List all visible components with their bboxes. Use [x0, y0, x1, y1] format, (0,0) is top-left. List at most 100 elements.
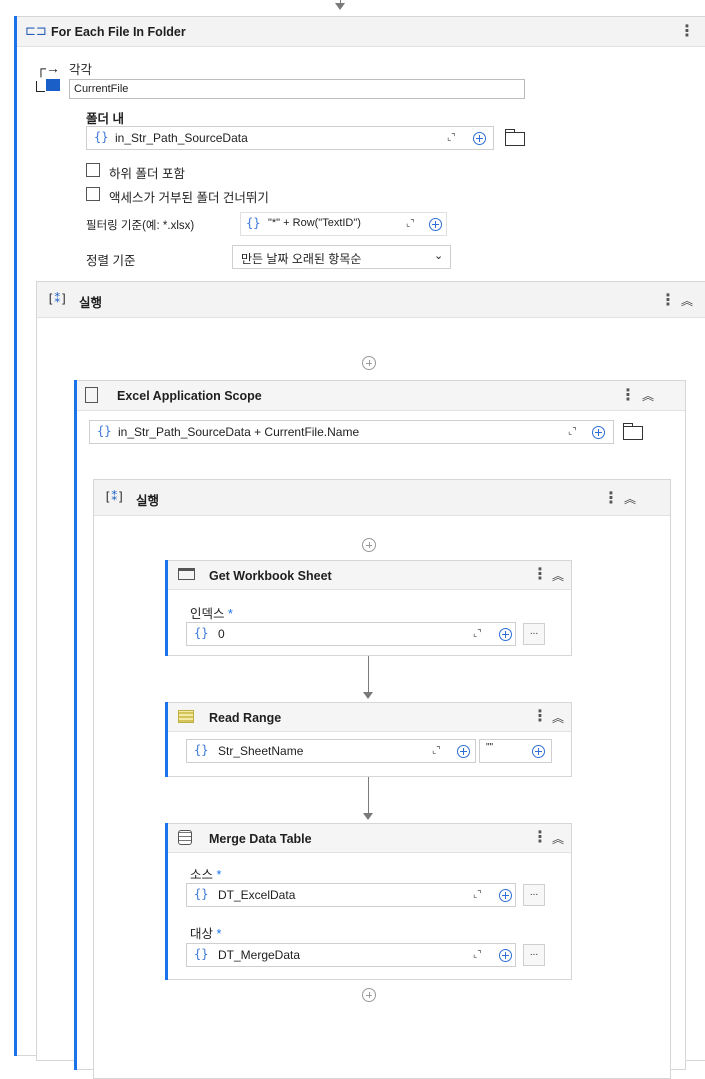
flow-connector — [368, 777, 369, 817]
loop-arrow-icon: ┌→ — [36, 60, 60, 76]
expand-editor-icon[interactable]: ⌞⌝ — [473, 628, 481, 639]
sequence-outer[interactable]: [⁑] 실행 ⋮ ︽ Excel Application Scope ⋮ ︽ {… — [36, 281, 705, 1079]
expression-icon: {} — [194, 626, 209, 640]
foreach-activity[interactable]: ⊏⊐ For Each File In Folder ⋮ ┌→ 각각 Curre… — [14, 16, 705, 1079]
sheet-name-value: Str_SheetName — [218, 744, 304, 758]
target-label: 대상 * — [190, 927, 222, 941]
accent-bar — [165, 823, 168, 980]
get-workbook-sheet-header[interactable]: Get Workbook Sheet ⋮ ︽ — [166, 561, 571, 590]
merge-data-table-header[interactable]: Merge Data Table ⋮ ︽ — [166, 824, 571, 853]
more-options-icon[interactable]: ⋮ — [679, 21, 695, 41]
filter-value: "*" + Row("TextID") — [268, 217, 361, 229]
workbook-path-input[interactable]: {} in_Str_Path_SourceData + CurrentFile.… — [89, 420, 614, 444]
add-activity-icon[interactable] — [362, 356, 376, 370]
sequence-icon: [⁑] — [47, 292, 68, 306]
expand-editor-icon[interactable]: ⌞⌝ — [568, 426, 576, 437]
excel-scope-icon — [85, 387, 98, 403]
browse-folder-icon[interactable] — [505, 129, 525, 146]
collapse-icon[interactable]: ︽ — [624, 490, 636, 507]
accent-bar — [74, 380, 77, 1070]
more-options-icon[interactable]: ⋮ — [620, 385, 636, 405]
sequence-inner-header[interactable]: [⁑] 실행 ⋮ ︽ — [94, 480, 670, 516]
excel-scope-activity[interactable]: Excel Application Scope ⋮ ︽ {} in_Str_Pa… — [74, 380, 686, 1079]
ellipsis-button[interactable]: ... — [523, 884, 545, 906]
folder-input[interactable]: {} in_Str_Path_SourceData ⌞⌝ — [86, 126, 494, 150]
more-options-icon[interactable]: ⋮ — [532, 706, 548, 726]
more-options-icon[interactable]: ⋮ — [532, 827, 548, 847]
add-plus-icon[interactable] — [457, 745, 470, 758]
expand-editor-icon[interactable]: ⌞⌝ — [406, 218, 414, 229]
table-range-icon — [178, 710, 194, 723]
source-value: DT_ExcelData — [218, 888, 296, 902]
collapse-icon[interactable]: ︽ — [552, 830, 564, 847]
add-plus-icon[interactable] — [429, 218, 442, 231]
collapse-icon[interactable]: ︽ — [552, 567, 564, 584]
include-subfolders-label: 하위 폴더 포함 — [109, 167, 185, 181]
each-variable-input[interactable]: CurrentFile — [69, 79, 525, 99]
add-plus-icon[interactable] — [532, 745, 545, 758]
ellipsis-button[interactable]: ... — [523, 623, 545, 645]
folder-label: 폴더 내 — [86, 112, 124, 126]
filter-input[interactable]: {} "*" + Row("TextID") ⌞⌝ — [240, 212, 447, 236]
read-range-title: Read Range — [209, 711, 282, 725]
more-options-icon[interactable]: ⋮ — [603, 488, 619, 508]
expression-icon: {} — [97, 424, 112, 438]
sequence-outer-header[interactable]: [⁑] 실행 ⋮ ︽ — [37, 282, 705, 318]
skip-denied-label: 액세스가 거부된 폴더 건너뛰기 — [109, 191, 269, 205]
foreach-title: For Each File In Folder — [51, 25, 186, 39]
more-options-icon[interactable]: ⋮ — [660, 290, 676, 310]
add-plus-icon[interactable] — [592, 426, 605, 439]
expand-editor-icon[interactable]: ⌞⌝ — [473, 949, 481, 960]
accent-bar — [165, 702, 168, 777]
foreach-header[interactable]: ⊏⊐ For Each File In Folder ⋮ — [15, 17, 705, 47]
sort-dropdown[interactable]: 만든 날짜 오래된 항목순 ⌄ — [232, 245, 451, 269]
include-subfolders-checkbox[interactable] — [86, 163, 100, 177]
get-workbook-sheet-activity[interactable]: Get Workbook Sheet ⋮ ︽ 인덱스 * {} 0 ⌞⌝ ... — [165, 560, 572, 656]
foreach-icon: ⊏⊐ — [25, 23, 47, 38]
expand-editor-icon[interactable]: ⌞⌝ — [432, 745, 440, 756]
index-input[interactable]: {} 0 ⌞⌝ — [186, 622, 516, 646]
ellipsis-button[interactable]: ... — [523, 944, 545, 966]
folder-variable-icon — [36, 79, 60, 93]
read-range-header[interactable]: Read Range ⋮ ︽ — [166, 703, 571, 732]
sort-label: 정렬 기준 — [86, 254, 136, 268]
collapse-icon[interactable]: ︽ — [552, 709, 564, 726]
expression-icon: {} — [246, 216, 261, 230]
flow-arrow — [335, 3, 345, 10]
sheet-name-input[interactable]: {} Str_SheetName ⌞⌝ — [186, 739, 476, 763]
expression-icon: {} — [194, 887, 209, 901]
accent-bar — [165, 560, 168, 656]
target-input[interactable]: {} DT_MergeData ⌞⌝ — [186, 943, 516, 967]
excel-scope-header[interactable]: Excel Application Scope ⋮ ︽ — [75, 381, 685, 411]
sheet-icon — [178, 568, 195, 580]
browse-file-icon[interactable] — [623, 423, 643, 440]
skip-denied-checkbox[interactable] — [86, 187, 100, 201]
expand-editor-icon[interactable]: ⌞⌝ — [447, 132, 455, 143]
collapse-icon[interactable]: ︽ — [681, 292, 693, 309]
required-marker: * — [216, 927, 222, 941]
add-activity-icon[interactable] — [362, 538, 376, 552]
more-options-icon[interactable]: ⋮ — [532, 564, 548, 584]
merge-data-table-title: Merge Data Table — [209, 832, 312, 846]
add-plus-icon[interactable] — [473, 132, 486, 145]
index-value: 0 — [218, 627, 225, 641]
add-plus-icon[interactable] — [499, 628, 512, 641]
excel-scope-title: Excel Application Scope — [117, 389, 262, 403]
add-activity-icon[interactable] — [362, 988, 376, 1002]
range-input[interactable]: "" — [479, 739, 552, 763]
required-marker: * — [216, 868, 222, 882]
read-range-activity[interactable]: Read Range ⋮ ︽ {} Str_SheetName ⌞⌝ "" — [165, 702, 572, 777]
flow-arrow — [363, 813, 373, 820]
add-plus-icon[interactable] — [499, 889, 512, 902]
sequence-inner-title: 실행 — [136, 494, 160, 508]
source-input[interactable]: {} DT_ExcelData ⌞⌝ — [186, 883, 516, 907]
expand-editor-icon[interactable]: ⌞⌝ — [473, 889, 481, 900]
add-plus-icon[interactable] — [499, 949, 512, 962]
folder-value: in_Str_Path_SourceData — [115, 131, 248, 145]
merge-data-table-activity[interactable]: Merge Data Table ⋮ ︽ 소스 * {} DT_ExcelDat… — [165, 823, 572, 980]
sequence-icon: [⁑] — [104, 490, 125, 504]
collapse-icon[interactable]: ︽ — [642, 387, 654, 404]
sequence-inner[interactable]: [⁑] 실행 ⋮ ︽ Get Workbook Sheet ⋮ ︽ 인덱스 * — [93, 479, 671, 1079]
expression-icon: {} — [194, 743, 209, 757]
get-workbook-sheet-title: Get Workbook Sheet — [209, 569, 332, 583]
